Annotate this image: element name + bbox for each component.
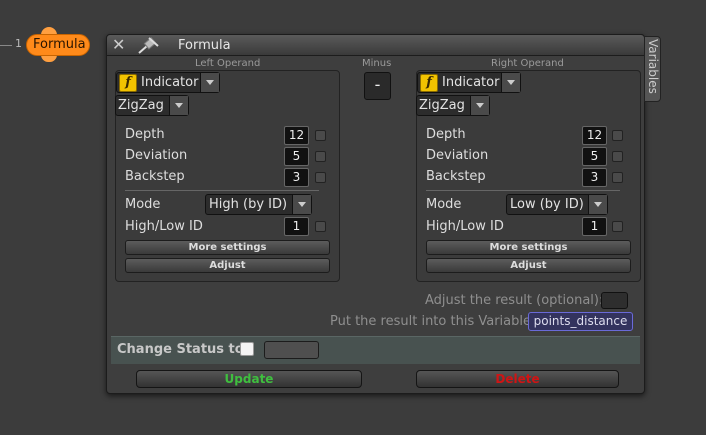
left-type-value: Indicator [141, 75, 199, 90]
left-backstep-input[interactable]: 3 [284, 168, 309, 187]
left-operand-caption: Left Operand [195, 58, 261, 69]
right-backstep-label: Backstep [426, 169, 486, 184]
pin-icon[interactable] [136, 36, 160, 60]
left-depth-input[interactable]: 12 [284, 126, 309, 145]
right-id-input[interactable]: 1 [582, 217, 607, 236]
chevron-down-icon [292, 195, 311, 214]
formula-node[interactable]: Formula [26, 34, 90, 56]
right-deviation-input[interactable]: 5 [582, 147, 607, 166]
right-mode-select[interactable]: Low (by ID) [506, 194, 608, 215]
left-backstep-label: Backstep [125, 169, 185, 184]
right-type-select[interactable]: f Indicator [417, 72, 521, 93]
chevron-down-icon [588, 195, 607, 214]
right-backstep-input[interactable]: 3 [582, 168, 607, 187]
adjust-result-button[interactable] [601, 292, 628, 309]
function-icon: f [119, 74, 137, 92]
chevron-down-icon [169, 96, 188, 115]
delete-button[interactable]: Delete [416, 370, 619, 388]
right-id-checkbox[interactable] [612, 221, 623, 232]
right-more-settings-button[interactable]: More settings [426, 240, 631, 255]
left-mode-value: High (by ID) [209, 197, 288, 212]
operator-caption: Minus [362, 58, 392, 69]
right-deviation-label: Deviation [426, 148, 489, 163]
right-type-value: Indicator [442, 75, 500, 90]
right-adjust-button[interactable]: Adjust [426, 258, 631, 273]
left-deviation-input[interactable]: 5 [284, 147, 309, 166]
right-depth-input[interactable]: 12 [582, 126, 607, 145]
change-status-checkbox[interactable] [240, 342, 254, 356]
left-backstep-checkbox[interactable] [315, 172, 326, 183]
left-divider [125, 190, 319, 191]
update-button[interactable]: Update [136, 370, 362, 388]
left-indicator-value: ZigZag [118, 98, 164, 113]
result-variable-chip[interactable]: points_distance [528, 312, 633, 331]
left-mode-label: Mode [125, 197, 161, 212]
left-indicator-select[interactable]: ZigZag [115, 95, 189, 116]
right-id-label: High/Low ID [426, 219, 504, 234]
right-mode-label: Mode [426, 197, 462, 212]
result-variable-label: Put the result into this Variable: [330, 314, 536, 329]
dialog-title: Formula [178, 38, 231, 53]
right-backstep-checkbox[interactable] [612, 172, 623, 183]
node-label: Formula [33, 37, 86, 52]
right-divider [426, 190, 620, 191]
left-id-input[interactable]: 1 [284, 217, 309, 236]
right-indicator-select[interactable]: ZigZag [416, 95, 490, 116]
operator-select-button[interactable]: - [364, 72, 391, 100]
variables-tab-label: Variables [646, 39, 660, 94]
left-adjust-button[interactable]: Adjust [125, 258, 330, 273]
left-deviation-label: Deviation [125, 148, 188, 163]
left-deviation-checkbox[interactable] [315, 151, 326, 162]
node-number: 1 [15, 37, 22, 50]
chevron-down-icon [470, 96, 489, 115]
right-deviation-checkbox[interactable] [612, 151, 623, 162]
right-depth-label: Depth [426, 127, 466, 142]
right-operand-caption: Right Operand [491, 58, 564, 69]
function-icon: f [420, 74, 438, 92]
left-id-checkbox[interactable] [315, 221, 326, 232]
chevron-down-icon [200, 73, 219, 92]
adjust-result-label: Adjust the result (optional): [425, 293, 604, 308]
left-mode-select[interactable]: High (by ID) [205, 194, 312, 215]
left-id-label: High/Low ID [125, 219, 203, 234]
right-depth-checkbox[interactable] [612, 130, 623, 141]
chevron-down-icon [501, 73, 520, 92]
right-indicator-value: ZigZag [419, 98, 465, 113]
right-mode-value: Low (by ID) [510, 197, 584, 212]
variables-tab[interactable]: Variables [644, 36, 661, 102]
status-select[interactable] [264, 341, 319, 359]
left-type-select[interactable]: f Indicator [116, 72, 220, 93]
connector-line [0, 45, 12, 46]
left-more-settings-button[interactable]: More settings [125, 240, 330, 255]
left-depth-checkbox[interactable] [315, 130, 326, 141]
close-icon[interactable]: ✕ [112, 37, 125, 53]
left-depth-label: Depth [125, 127, 165, 142]
change-status-label: Change Status to [117, 342, 244, 357]
